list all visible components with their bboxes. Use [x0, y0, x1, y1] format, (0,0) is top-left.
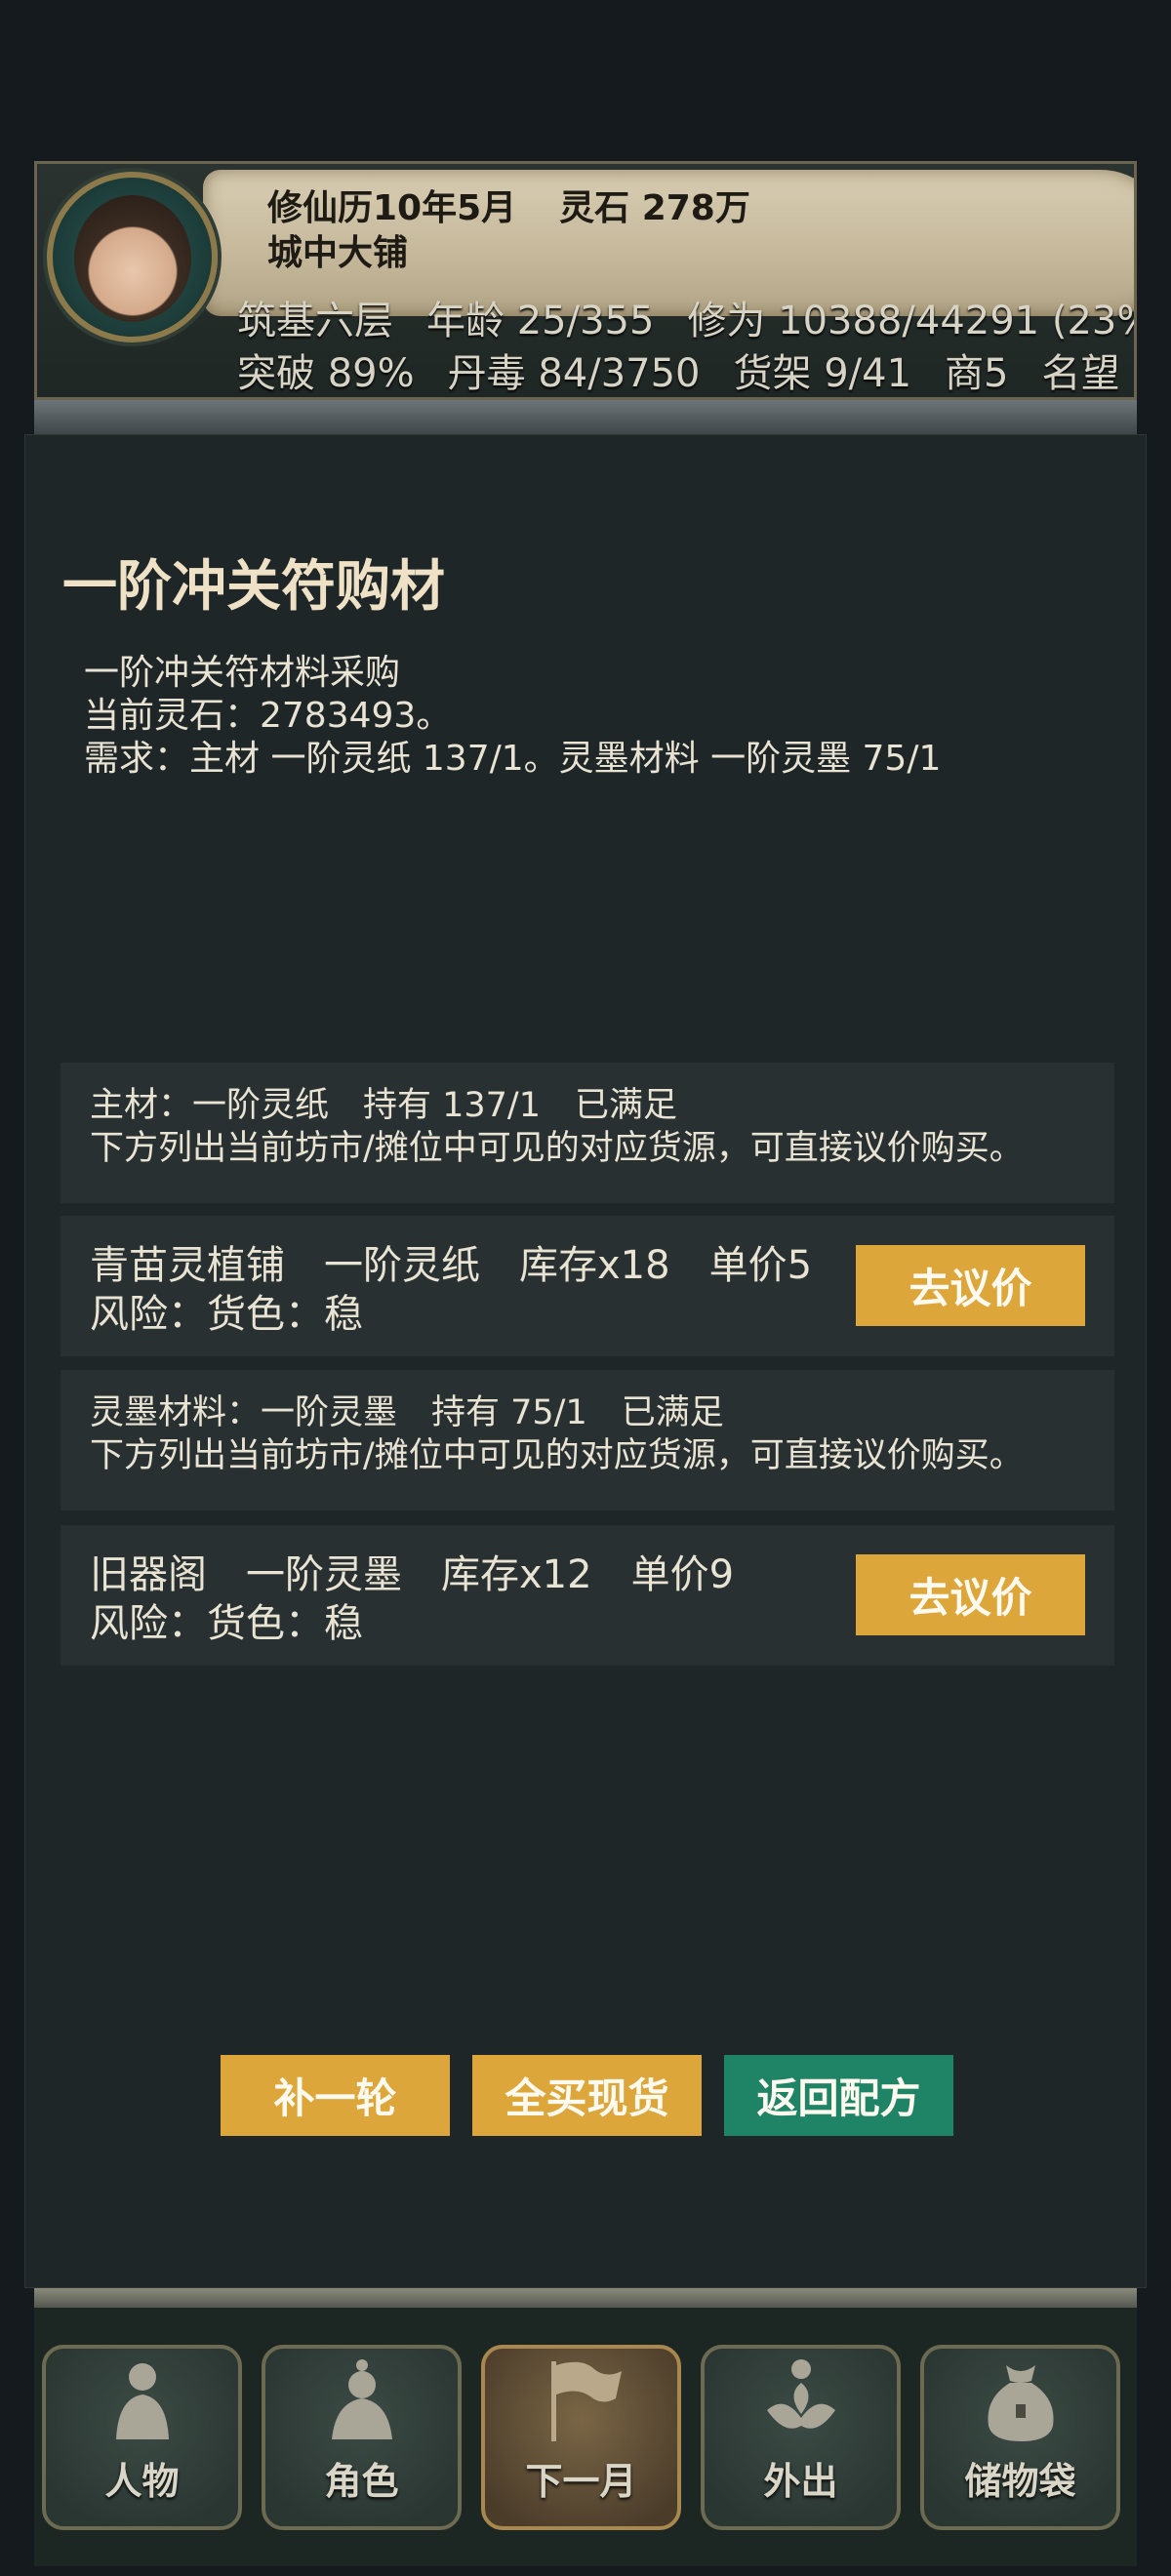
- lotus-icon: [766, 2359, 835, 2429]
- buy-all-button[interactable]: 全买现货: [472, 2055, 702, 2136]
- nav-divider: [34, 2288, 1137, 2308]
- desc-line: 一阶冲关符材料采购: [84, 653, 401, 693]
- source-card: 旧器阁 一阶灵墨 库存x12 单价9 风险：货色：稳 去议价: [61, 1525, 1114, 1666]
- material-status: 主材：一阶灵纸 持有 137/1 已满足: [90, 1086, 677, 1125]
- nav-label: 下一月: [525, 2460, 637, 2503]
- material-info-card: 灵墨材料：一阶灵墨 持有 75/1 已满足 下方列出当前坊市/摊位中可见的对应货…: [61, 1370, 1114, 1510]
- age-stat: 年龄 25/355: [426, 299, 655, 343]
- desc-line: 需求：主材 一阶灵纸 137/1。灵墨材料 一阶灵墨 75/1: [84, 739, 942, 779]
- nav-item-character[interactable]: 角色: [262, 2345, 462, 2530]
- calendar-date: 修仙历10年5月: [267, 188, 517, 228]
- spirit-stone-count: 灵石 278万: [559, 188, 750, 228]
- desc-line: 当前灵石：2783493。: [84, 696, 452, 736]
- breakthrough-stat: 突破 89%: [237, 351, 415, 396]
- status-header: 修仙历10年5月 灵石 278万 城中大铺 筑基六层 年龄 25/355 修为 103…: [34, 161, 1137, 400]
- nav-item-storage-bag[interactable]: 储物袋: [920, 2345, 1120, 2530]
- bag-icon: [987, 2365, 1054, 2441]
- unit-price: 单价9: [630, 1552, 735, 1597]
- shelf-stat: 货架 9/41: [733, 351, 912, 396]
- character-icon: [331, 2359, 392, 2439]
- stats-row-2: 突破 89% 丹毒 84/3750 货架 9/41 商5 名望: [237, 342, 1134, 397]
- bottom-nav: 人物 角色 下一月 外出 储物袋: [34, 2308, 1137, 2566]
- avatar-portrait: [74, 195, 191, 322]
- risk-label: 风险：货色：稳: [90, 1601, 363, 1646]
- material-hint: 下方列出当前坊市/摊位中可见的对应货源，可直接议价购买。: [90, 1436, 1024, 1475]
- negotiate-button[interactable]: 去议价: [856, 1554, 1085, 1635]
- panel-title: 一阶冲关符购材: [62, 555, 445, 619]
- refill-round-button[interactable]: 补一轮: [221, 2055, 450, 2136]
- nav-item-next-month[interactable]: 下一月: [481, 2345, 681, 2530]
- material-info-card: 主材：一阶灵纸 持有 137/1 已满足 下方列出当前坊市/摊位中可见的对应货源…: [61, 1063, 1114, 1203]
- stats-row-1: 筑基六层 年龄 25/355 修为 10388/44291 (23%: [237, 289, 1137, 345]
- person-icon: [115, 2363, 169, 2439]
- nav-item-outing[interactable]: 外出: [701, 2345, 901, 2530]
- flag-icon: [550, 2361, 622, 2441]
- header-line1: 修仙历10年5月 灵石 278万: [267, 180, 750, 230]
- stock-count: 库存x12: [441, 1552, 592, 1597]
- panel-description: 一阶冲关符材料采购 当前灵石：2783493。 需求：主材 一阶灵纸 137/1…: [84, 652, 941, 781]
- location-label: 城中大铺: [267, 233, 409, 273]
- avatar[interactable]: [47, 172, 218, 342]
- negotiate-button[interactable]: 去议价: [856, 1245, 1085, 1326]
- poison-stat: 丹毒 84/3750: [447, 351, 701, 396]
- panel-actions: 补一轮 全买现货 返回配方: [25, 2055, 1146, 2136]
- unit-price: 单价5: [708, 1243, 813, 1288]
- stock-count: 库存x18: [519, 1243, 670, 1288]
- nav-label: 人物: [104, 2460, 180, 2503]
- header-divider: [34, 400, 1137, 434]
- material-status: 灵墨材料：一阶灵墨 持有 75/1 已满足: [90, 1393, 724, 1432]
- source-card: 青苗灵植铺 一阶灵纸 库存x18 单价5 风险：货色：稳 去议价: [61, 1216, 1114, 1356]
- nav-label: 角色: [324, 2460, 399, 2503]
- realm-stat: 筑基六层: [237, 299, 393, 343]
- fame-stat: 名望: [1041, 351, 1120, 396]
- back-to-recipe-button[interactable]: 返回配方: [724, 2055, 953, 2136]
- nav-label: 储物袋: [964, 2460, 1076, 2503]
- cultivation-stat: 修为 10388/44291 (23%: [687, 299, 1137, 343]
- risk-label: 风险：货色：稳: [90, 1292, 363, 1337]
- material-hint: 下方列出当前坊市/摊位中可见的对应货源，可直接议价购买。: [90, 1129, 1024, 1168]
- nav-item-person[interactable]: 人物: [42, 2345, 242, 2530]
- purchase-panel: 一阶冲关符购材 一阶冲关符材料采购 当前灵石：2783493。 需求：主材 一阶…: [24, 434, 1147, 2288]
- nav-label: 外出: [763, 2460, 838, 2503]
- merchant-stat: 商5: [945, 351, 1009, 396]
